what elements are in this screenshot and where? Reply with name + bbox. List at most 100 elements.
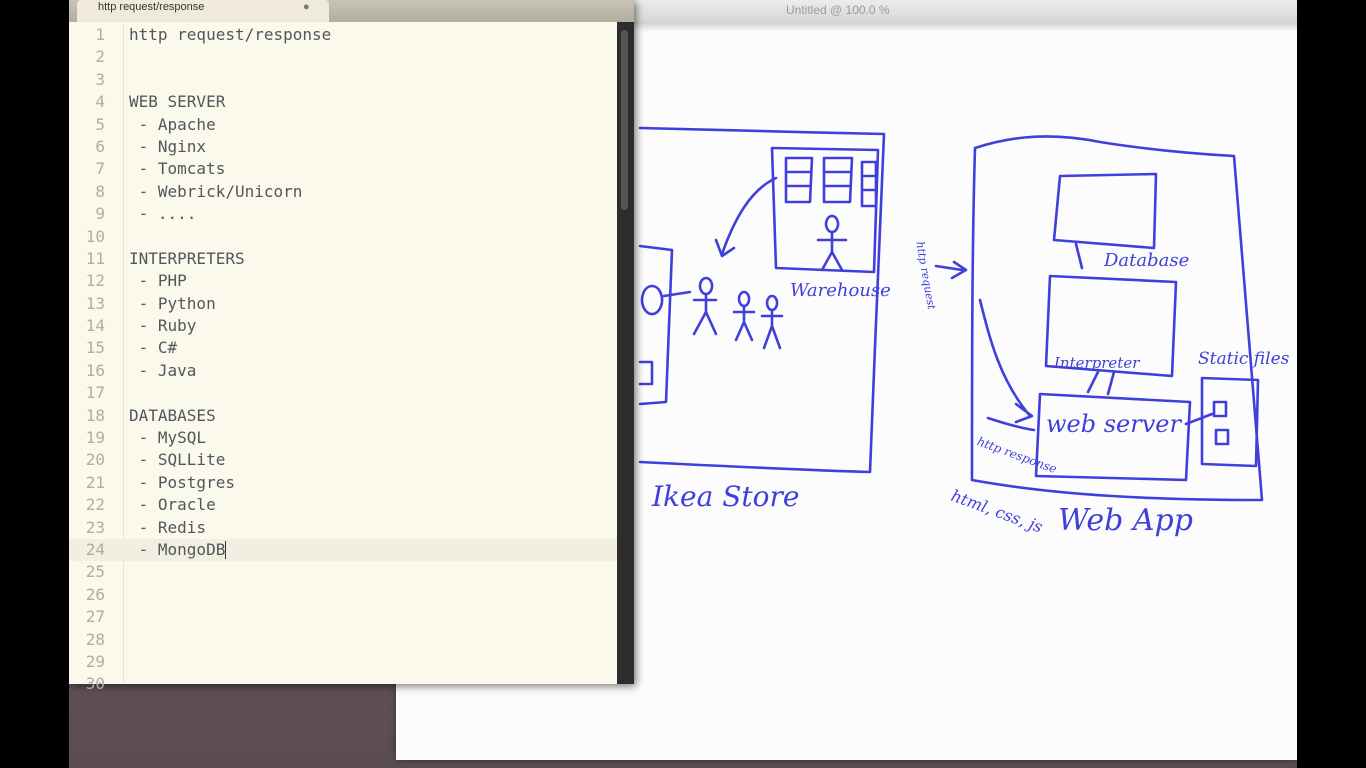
line-text[interactable]: DATABASES [129,405,216,427]
line-number: 20 [85,450,105,470]
left-partial-glyph [638,284,692,386]
line-text[interactable]: - SQLLite [129,449,226,471]
code-line[interactable]: 12 - PHP [69,270,619,292]
line-text[interactable]: - Java [129,360,197,382]
code-line[interactable]: 28 [69,629,619,651]
code-line[interactable]: 22 - Oracle [69,494,619,516]
customer-1 [692,276,718,336]
http-request-label: http request [913,240,938,311]
code-line[interactable]: 7 - Tomcats [69,158,619,180]
code-line[interactable]: 10 [69,226,619,248]
ikea-store-label: Ikea Store [651,480,799,513]
line-number: 7 [95,159,105,179]
line-text[interactable]: WEB SERVER [129,91,225,113]
text-cursor [225,541,227,560]
code-area[interactable]: 1 http request/response 2 3 4 WEB SERVER 5 - A… [69,24,619,696]
code-line[interactable]: 6 - Nginx [69,136,619,158]
code-line[interactable]: 30 [69,673,619,695]
code-line[interactable]: 16 - Java [69,360,619,382]
line-number: 19 [85,428,105,448]
line-text[interactable]: - MongoDB [129,539,227,561]
warehouse-worker [816,214,848,272]
line-text[interactable]: - Redis [129,517,206,539]
html-css-js-label: html, css, js [949,486,1046,537]
static-files-box [1200,376,1260,468]
server-request-arrow [978,298,1034,424]
database-box [1052,172,1158,250]
line-number: 12 [85,271,105,291]
interpreter-label: Interpreter [1053,354,1140,372]
line-text[interactable]: - C# [129,337,178,359]
code-line[interactable]: 19 - MySQL [69,427,619,449]
code-line[interactable]: 25 [69,561,619,583]
code-line[interactable]: 5 - Apache [69,114,619,136]
code-line[interactable]: 2 [69,46,619,68]
line-number: 25 [85,562,105,582]
code-line[interactable]: 29 [69,651,619,673]
code-line[interactable]: 24 - MongoDB [69,538,619,562]
code-line[interactable]: 18 DATABASES [69,405,619,427]
line-text[interactable]: - PHP [129,270,187,292]
warehouse-shelf-3 [860,160,878,208]
code-line[interactable]: 1 http request/response [69,24,619,46]
web-app-label: Web App [1058,503,1193,538]
line-number: 17 [85,383,105,403]
line-number: 3 [95,69,105,89]
tab-http-request-response[interactable]: http request/response ● [77,0,329,22]
code-line[interactable]: 8 - Webrick/Unicorn [69,181,619,203]
line-text[interactable]: - Tomcats [129,158,226,180]
code-line[interactable]: 20 - SQLLite [69,449,619,471]
customer-3 [760,294,784,350]
warehouse-label: Warehouse [790,280,891,301]
line-text[interactable]: - Apache [129,114,216,136]
line-number: 21 [85,472,105,492]
left-partial-box [638,244,674,406]
warehouse-shelf-1 [784,156,814,204]
line-text[interactable]: - MySQL [129,427,206,449]
code-line[interactable]: 11 INTERPRETERS [69,248,619,270]
line-number: 16 [85,360,105,380]
line-number: 6 [95,136,105,156]
line-number: 5 [95,114,105,134]
code-line[interactable]: 17 [69,382,619,404]
scrollbar-thumb[interactable] [621,30,628,210]
line-text[interactable]: - Oracle [129,494,216,516]
warehouse-arrow [714,176,778,258]
line-number: 1 [95,25,105,44]
code-line[interactable]: 26 [69,584,619,606]
line-text[interactable]: - Python [129,293,216,315]
web-server-label: web server [1046,410,1182,438]
code-line[interactable]: 13 - Python [69,293,619,315]
code-line[interactable]: 27 [69,606,619,628]
line-text[interactable]: - .... [129,203,197,225]
editor-scrollbar[interactable] [617,22,634,684]
database-arrow [1074,242,1084,270]
static-file-icons [1212,400,1230,446]
line-number: 14 [85,316,105,336]
editor-tab-bar: http request/response ● [69,0,634,22]
line-text[interactable]: - Webrick/Unicorn [129,181,303,203]
line-number: 18 [85,405,105,425]
line-number: 26 [85,584,105,604]
customer-2 [732,290,756,342]
web-app-outline [970,135,1264,502]
line-text[interactable]: INTERPRETERS [129,248,245,270]
code-line[interactable]: 3 [69,69,619,91]
line-number: 8 [95,181,105,201]
line-number: 23 [85,517,105,537]
line-text[interactable]: http request/response [129,24,331,46]
code-line[interactable]: 23 - Redis [69,517,619,539]
line-number: 9 [95,204,105,224]
code-line[interactable]: 4 WEB SERVER [69,91,619,113]
code-line[interactable]: 15 - C# [69,337,619,359]
line-number: 27 [85,607,105,627]
line-text[interactable]: - Ruby [129,315,197,337]
line-text[interactable]: - Postgres [129,472,235,494]
static-files-label: Static files [1198,349,1290,369]
line-text[interactable]: - Nginx [129,136,206,158]
http-response-label: http response [975,434,1059,476]
code-line[interactable]: 14 - Ruby [69,315,619,337]
tab-dirty-indicator-icon[interactable]: ● [303,1,310,13]
code-line[interactable]: 9 - .... [69,203,619,225]
code-line[interactable]: 21 - Postgres [69,472,619,494]
